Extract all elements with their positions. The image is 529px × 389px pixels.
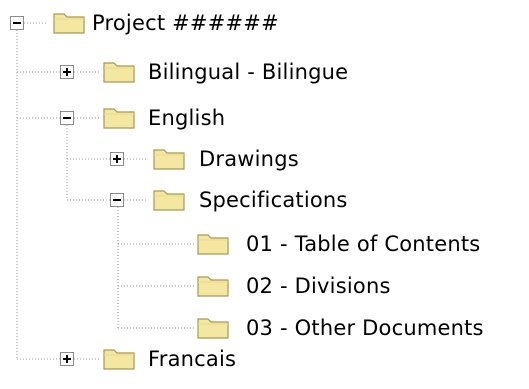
folder-icon <box>197 318 229 339</box>
tree-node-drawings[interactable]: Drawings <box>0 142 320 176</box>
tree-node-project[interactable]: Project ###### <box>0 6 340 40</box>
collapse-toggle-minus-box-icon[interactable] <box>60 111 74 125</box>
folder-icon <box>197 276 229 297</box>
tree-node-label: Drawings <box>199 147 299 171</box>
folder-icon <box>103 349 135 370</box>
tree-node-label: Bilingual - Bilingue <box>148 60 349 84</box>
folder-tree: Project ###### Bilingual - Bilingue Engl… <box>0 0 529 389</box>
tree-node-divisions[interactable]: 02 - Divisions <box>0 269 420 303</box>
expand-toggle-plus-box-icon[interactable] <box>60 352 74 366</box>
tree-node-label: 02 - Divisions <box>246 274 391 298</box>
tree-node-table-of-contents[interactable]: 01 - Table of Contents <box>0 227 529 261</box>
tree-node-label: Specifications <box>199 188 348 212</box>
tree-node-specifications[interactable]: Specifications <box>0 183 380 217</box>
tree-node-english[interactable]: English <box>0 101 260 135</box>
tree-node-label: Project ###### <box>92 11 279 35</box>
tree-node-bilingual[interactable]: Bilingual - Bilingue <box>0 55 380 89</box>
expand-toggle-plus-box-icon[interactable] <box>60 65 74 79</box>
collapse-toggle-minus-box-icon[interactable] <box>10 16 24 30</box>
expand-toggle-plus-box-icon[interactable] <box>110 152 124 166</box>
folder-icon <box>197 234 229 255</box>
folder-icon <box>153 190 185 211</box>
tree-node-label: 01 - Table of Contents <box>246 232 481 256</box>
tree-node-francais[interactable]: Francais <box>0 342 260 376</box>
tree-node-other-documents[interactable]: 03 - Other Documents <box>0 311 529 345</box>
folder-icon <box>103 62 135 83</box>
tree-node-label: 03 - Other Documents <box>246 316 484 340</box>
collapse-toggle-minus-box-icon[interactable] <box>110 193 124 207</box>
folder-icon <box>153 149 185 170</box>
folder-icon <box>103 108 135 129</box>
folder-icon <box>53 13 85 34</box>
tree-node-label: English <box>148 106 226 130</box>
tree-node-label: Francais <box>148 347 237 371</box>
